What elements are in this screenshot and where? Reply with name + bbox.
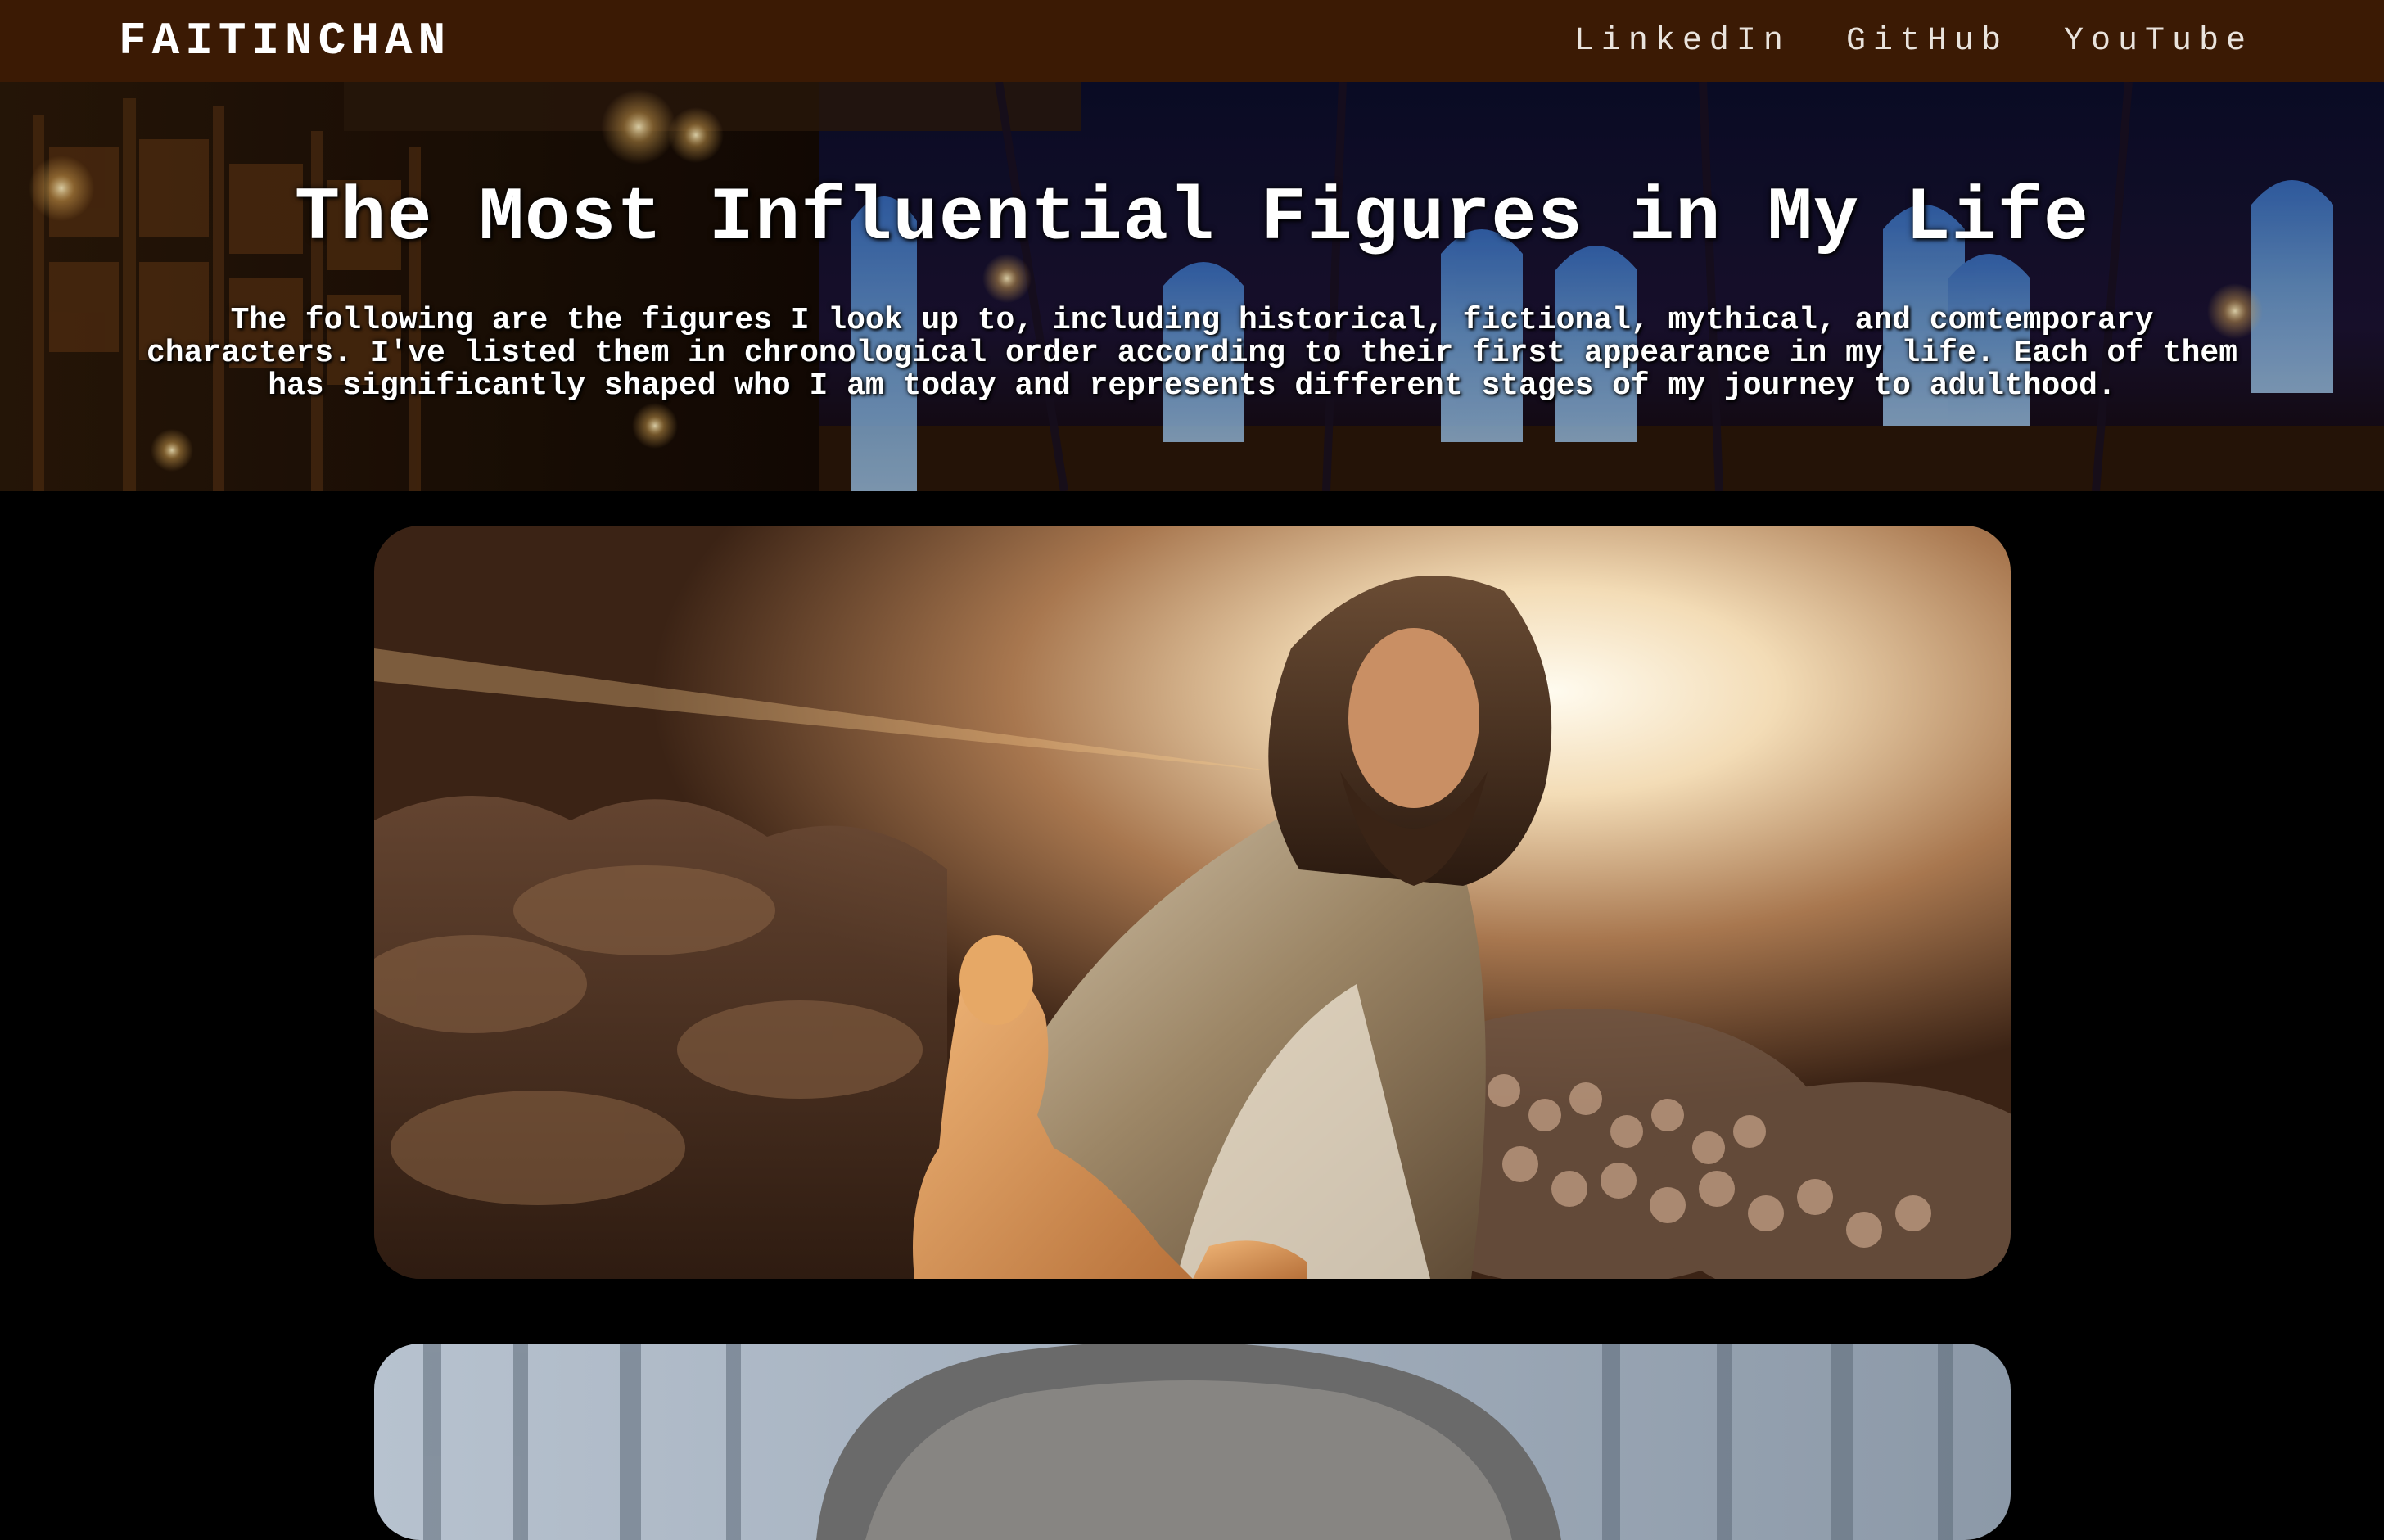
figure-card-jesus[interactable] [374,526,2011,1279]
brand-logo[interactable]: FAITINCHAN [119,15,451,67]
hero-banner: The Most Influential Figures in My Life … [0,82,2384,491]
jesus-painting-image [374,526,2011,1279]
navbar: FAITINCHAN LinkedIn GitHub YouTube [0,0,2384,82]
page-title: The Most Influential Figures in My Life [294,175,2090,261]
nav-link-github[interactable]: GitHub [1846,23,2008,60]
grey-haired-portrait-image [374,1344,2011,1540]
nav-link-linkedin[interactable]: LinkedIn [1574,23,1790,60]
hero-description: The following are the figures I look up … [146,303,2237,404]
figure-card-portrait[interactable] [374,1344,2011,1540]
hero-text: The Most Influential Figures in My Life … [0,82,2384,491]
nav-link-youtube[interactable]: YouTube [2064,23,2253,60]
nav-links: LinkedIn GitHub YouTube [1574,23,2253,60]
